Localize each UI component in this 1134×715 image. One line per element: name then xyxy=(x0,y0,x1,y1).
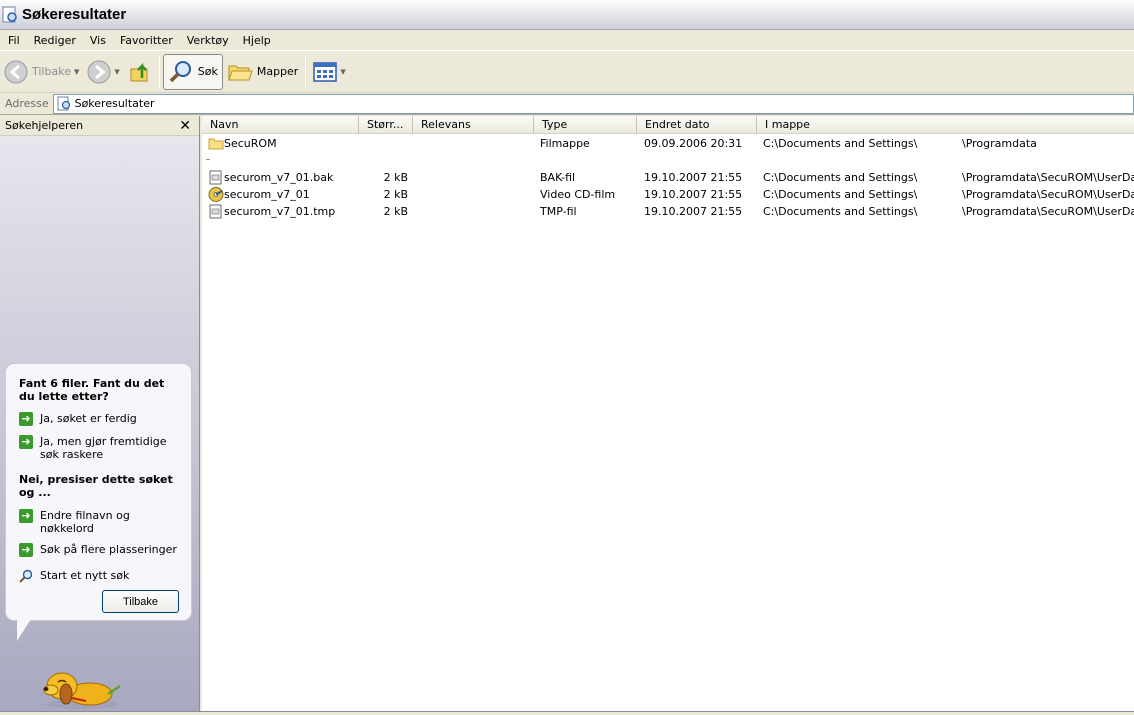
cd-icon xyxy=(208,187,224,202)
menu-tools[interactable]: Verktøy xyxy=(179,34,235,47)
views-dropdown-icon[interactable]: ▼ xyxy=(340,68,345,76)
column-header-in-folder[interactable]: I mappe xyxy=(757,116,1134,134)
results-list: Navn Størr... Relevans Type Endret dato … xyxy=(202,116,1134,711)
green-arrow-icon: ➜ xyxy=(19,543,33,557)
toolbar-separator xyxy=(158,54,160,89)
forward-button[interactable]: ▼ xyxy=(83,54,123,90)
back-arrow-icon xyxy=(4,60,28,83)
folders-icon xyxy=(228,65,253,80)
search-pane-title: Søkehjelperen xyxy=(5,119,84,132)
search-button[interactable]: Søk xyxy=(162,53,223,90)
address-bar: Adresse Søkeresultater xyxy=(0,93,1134,115)
address-label: Adresse xyxy=(5,97,49,110)
partial-row-fragment: ‾ xyxy=(206,158,210,167)
forward-arrow-icon xyxy=(87,60,111,83)
table-row[interactable]: SecuROM Filmappe 09.09.2006 20:31 C:\Doc… xyxy=(202,135,1134,152)
menu-favorites[interactable]: Favoritter xyxy=(112,34,179,47)
forward-dropdown-icon[interactable]: ▼ xyxy=(114,68,119,76)
search-pane-header: Søkehjelperen ✕ xyxy=(0,116,199,136)
option-new-search[interactable]: Start et nytt søk xyxy=(19,569,179,583)
toolbar: Tilbake ▼ ▼ Søk Mapper ▼ xyxy=(0,51,1134,93)
column-header-size[interactable]: Størr... xyxy=(359,116,413,134)
magnifier-icon xyxy=(19,569,33,583)
green-arrow-icon: ➜ xyxy=(19,509,33,523)
column-header-type[interactable]: Type xyxy=(534,116,637,134)
refine-heading: Nei, presiser dette søket og ... xyxy=(19,473,173,499)
address-value: Søkeresultater xyxy=(74,97,155,110)
table-row[interactable]: securom_v7_01.tmp 2 kB TMP-fil 19.10.200… xyxy=(202,203,1134,220)
menu-file[interactable]: Fil xyxy=(0,34,26,47)
toolbar-separator xyxy=(305,54,307,89)
column-header-relevance[interactable]: Relevans xyxy=(413,116,534,134)
bubble-tail xyxy=(17,619,31,641)
option-yes-faster[interactable]: ➜ Ja, men gjør fremtidige søk raskere xyxy=(19,435,179,461)
menu-help[interactable]: Hjelp xyxy=(235,34,277,47)
column-header-name[interactable]: Navn xyxy=(202,116,359,134)
tilbake-button[interactable]: Tilbake xyxy=(102,590,179,613)
up-folder-button[interactable] xyxy=(124,54,156,90)
menu-view[interactable]: Vis xyxy=(82,34,112,47)
search-companion-pane: Søkehjelperen ✕ Fant 6 filer. Fant du de… xyxy=(0,116,200,711)
views-icon xyxy=(313,61,338,82)
window-title: Søkeresultater xyxy=(22,6,127,23)
menu-edit[interactable]: Rediger xyxy=(26,34,82,47)
option-more-locations[interactable]: ➜ Søk på flere plasseringer xyxy=(19,543,179,557)
table-row[interactable]: securom_v7_01.bak 2 kB BAK-fil 19.10.200… xyxy=(202,169,1134,186)
up-folder-icon xyxy=(130,62,148,81)
close-icon[interactable]: ✕ xyxy=(179,118,191,134)
window-bottom-edge xyxy=(0,711,1134,715)
search-dog-icon[interactable] xyxy=(42,664,122,710)
address-input[interactable]: Søkeresultater xyxy=(52,93,1134,114)
menu-bar: Fil Rediger Vis Favoritter Verktøy Hjelp xyxy=(0,30,1134,51)
option-yes-done[interactable]: ➜ Ja, søket er ferdig xyxy=(19,412,179,426)
search-results-window-icon xyxy=(2,6,17,22)
search-assistant-bubble: Fant 6 filer. Fant du det du lette etter… xyxy=(5,363,192,621)
search-magnifier-icon xyxy=(169,60,191,82)
column-header-row: Navn Størr... Relevans Type Endret dato … xyxy=(202,116,1134,134)
title-bar: Søkeresultater xyxy=(0,0,1134,30)
folder-icon xyxy=(208,138,224,150)
option-change-name[interactable]: ➜ Endre filnavn og nøkkelord xyxy=(19,509,179,535)
views-button[interactable]: ▼ xyxy=(309,54,349,90)
green-arrow-icon: ➜ xyxy=(19,412,33,426)
search-results-icon xyxy=(57,96,70,111)
table-row[interactable]: securom_v7_01 2 kB Video CD-film 19.10.2… xyxy=(202,186,1134,203)
column-header-modified[interactable]: Endret dato xyxy=(637,116,757,134)
back-button[interactable]: Tilbake ▼ xyxy=(0,54,83,90)
back-dropdown-icon[interactable]: ▼ xyxy=(74,68,79,76)
file-icon xyxy=(209,170,222,185)
folders-button[interactable]: Mapper xyxy=(223,54,303,90)
result-question: Fant 6 filer. Fant du det du lette etter… xyxy=(19,377,165,403)
file-icon xyxy=(209,204,222,219)
green-arrow-icon: ➜ xyxy=(19,435,33,449)
